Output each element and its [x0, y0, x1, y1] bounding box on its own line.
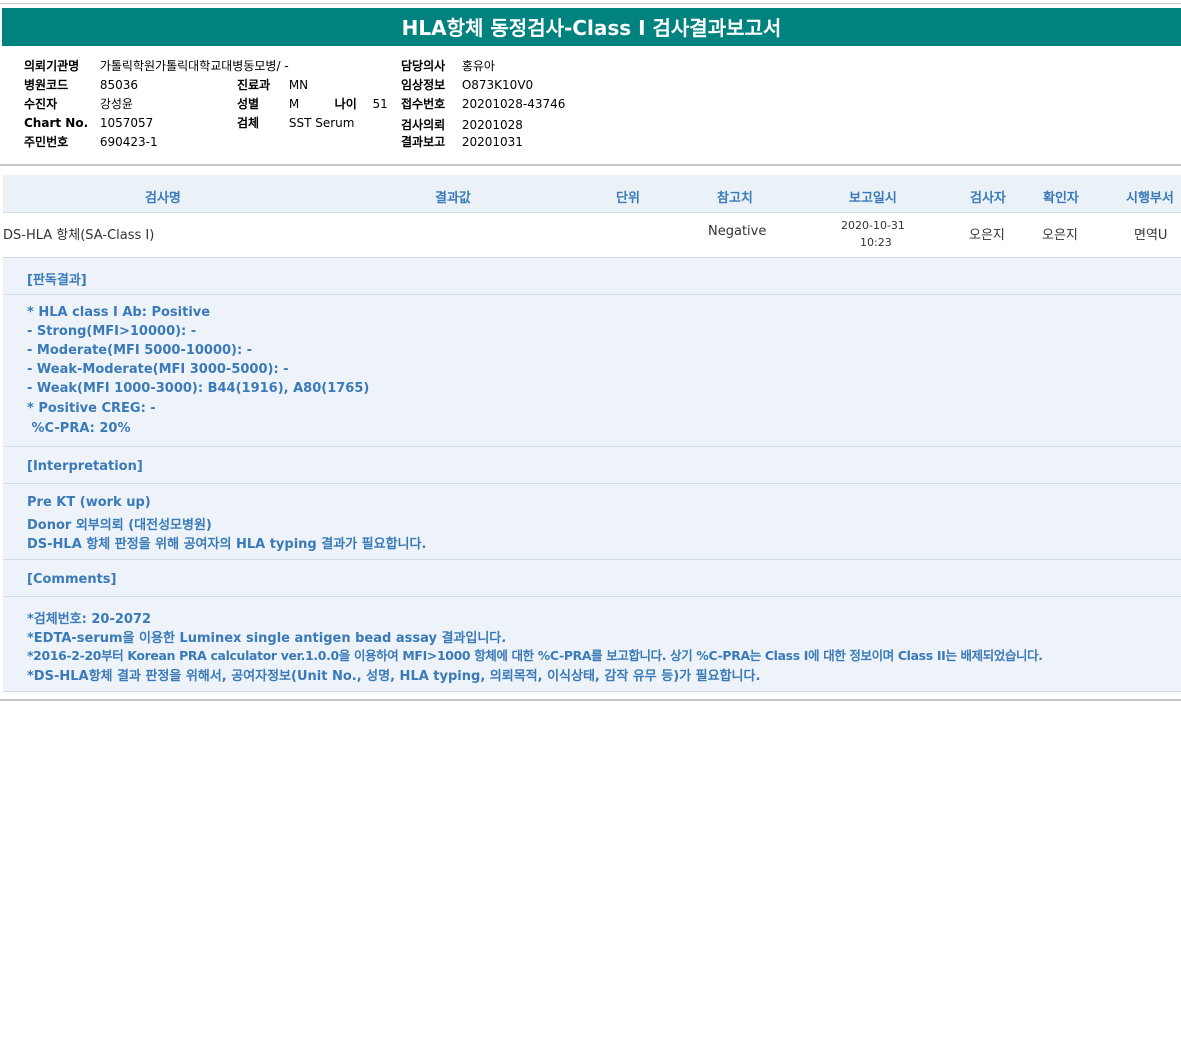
judgement-title: [판독결과]	[27, 273, 87, 288]
judgement-line: * Positive CREG: -	[27, 401, 156, 416]
sex-label: 성별	[237, 97, 260, 111]
comments-header: [Comments]	[3, 560, 1181, 597]
test-name-cell: DS-HLA 항체(SA-Class I)	[3, 228, 155, 243]
resident-no-value: 690423-1	[99, 135, 158, 149]
table-row[interactable]: DS-HLA 항체(SA-Class I) Negative 2020-10-3…	[3, 213, 1181, 258]
reference-cell: Negative	[708, 224, 767, 239]
interpretation-line: Donor 외부의뢰 (대전성모병원)	[27, 518, 212, 533]
sex-value: M	[288, 97, 300, 111]
receipt-label: 접수번호	[401, 97, 446, 111]
comments-body: *검체번호: 20-2072 *EDTA-serum을 이용한 Luminex …	[3, 597, 1181, 692]
doctor-value: 홍유아	[461, 59, 495, 73]
interpretation-line: Pre KT (work up)	[27, 495, 151, 510]
header-dept: 시행부서	[1126, 191, 1174, 206]
resident-no-label: 주민번호	[24, 135, 69, 149]
result-table-header: 검사명 결과값 단위 참고치 보고일시 검사자 확인자 시행부서	[3, 175, 1181, 213]
dept-value: MN	[288, 78, 309, 92]
comment-line: *EDTA-serum을 이용한 Luminex single antigen …	[27, 631, 507, 646]
judgement-line: - Weak-Moderate(MFI 3000-5000): -	[27, 362, 289, 377]
clinical-value: O873K10V0	[461, 78, 534, 92]
header-report-time: 보고일시	[849, 191, 897, 206]
comment-line: *2016-2-20부터 Korean PRA calculator ver.1…	[27, 648, 1043, 663]
confirmer-cell: 오은지	[1042, 228, 1078, 243]
judgement-body: * HLA class I Ab: Positive - Strong(MFI>…	[3, 295, 1181, 447]
hospital-code-value: 85036	[99, 78, 139, 92]
dept-cell: 면역U	[1134, 228, 1168, 243]
report-value: 20201031	[461, 135, 523, 149]
clinical-row: 임상정보 O873K10V0	[401, 76, 533, 93]
comments-title: [Comments]	[27, 572, 117, 587]
institution-value: 가톨릭학원가톨릭대학교대병동모병/ -	[99, 59, 289, 73]
receipt-row: 접수번호 20201028-43746	[401, 95, 565, 112]
report-title: HLA항체 동정검사-Class I 검사결과보고서	[2, 8, 1181, 46]
institution-label: 의뢰기관명	[24, 59, 80, 73]
top-divider	[0, 3, 1181, 4]
specimen-label: 검체	[237, 116, 260, 130]
bottom-divider	[0, 699, 1181, 701]
report-time-cell: 10:23	[860, 236, 892, 249]
interpretation-header: [Interpretation]	[3, 447, 1181, 484]
request-label: 검사의뢰	[401, 118, 446, 132]
dept-row: 진료과 MN	[237, 76, 308, 93]
chart-no-value: 1057057	[99, 116, 154, 130]
dept-label: 진료과	[237, 78, 271, 92]
sex-row: 성별 M 나이 51	[237, 95, 388, 112]
specimen-value: SST Serum	[288, 116, 355, 130]
judgement-line: - Moderate(MFI 5000-10000): -	[27, 343, 253, 358]
patient-name-label: 수진자	[24, 97, 58, 111]
header-test-name: 검사명	[145, 191, 181, 206]
interpretation-line: DS-HLA 항체 판정을 위해 공여자의 HLA typing 결과가 필요합…	[27, 537, 427, 552]
doctor-label: 담당의사	[401, 59, 446, 73]
request-row: 검사의뢰 20201028	[401, 116, 523, 133]
chart-no-row: Chart No. 1057057	[24, 116, 153, 130]
judgement-line: %C-PRA: 20%	[27, 421, 131, 436]
doctor-row: 담당의사 홍유아	[401, 57, 495, 74]
tester-cell: 오은지	[969, 228, 1005, 243]
comment-line: *검체번호: 20-2072	[27, 612, 152, 627]
info-divider	[0, 164, 1181, 166]
judgement-line: - Weak(MFI 1000-3000): B44(1916), A80(17…	[27, 381, 370, 396]
report-date-cell: 2020-10-31	[841, 219, 905, 232]
age-value: 51	[372, 97, 388, 111]
patient-name-value: 강성윤	[99, 97, 133, 111]
comment-line: *DS-HLA항체 결과 판정을 위해서, 공여자정보(Unit No., 성명…	[27, 669, 761, 684]
chart-no-label: Chart No.	[24, 116, 89, 130]
judgement-line: - Strong(MFI>10000): -	[27, 324, 197, 339]
request-value: 20201028	[461, 118, 523, 132]
interpretation-title: [Interpretation]	[27, 459, 143, 474]
report-label: 결과보고	[401, 135, 446, 149]
age-label: 나이	[334, 97, 357, 111]
report-row: 결과보고 20201031	[401, 133, 523, 150]
header-confirmer: 확인자	[1043, 191, 1079, 206]
institution-row: 의뢰기관명 가톨릭학원가톨릭대학교대병동모병/ -	[24, 57, 289, 74]
header-reference: 참고치	[717, 191, 753, 206]
judgement-header: [판독결과]	[3, 258, 1181, 295]
header-result: 결과값	[435, 191, 471, 206]
header-unit: 단위	[616, 191, 640, 206]
patient-name-row: 수진자 강성윤	[24, 95, 133, 112]
header-tester: 검사자	[970, 191, 1006, 206]
hospital-code-row: 병원코드 85036	[24, 76, 138, 93]
hospital-code-label: 병원코드	[24, 78, 69, 92]
resident-no-row: 주민번호 690423-1	[24, 133, 158, 150]
specimen-row: 검체 SST Serum	[237, 114, 354, 131]
interpretation-body: Pre KT (work up) Donor 외부의뢰 (대전성모병원) DS-…	[3, 484, 1181, 560]
clinical-label: 임상정보	[401, 78, 446, 92]
judgement-line: * HLA class I Ab: Positive	[27, 305, 211, 320]
receipt-value: 20201028-43746	[461, 97, 566, 111]
